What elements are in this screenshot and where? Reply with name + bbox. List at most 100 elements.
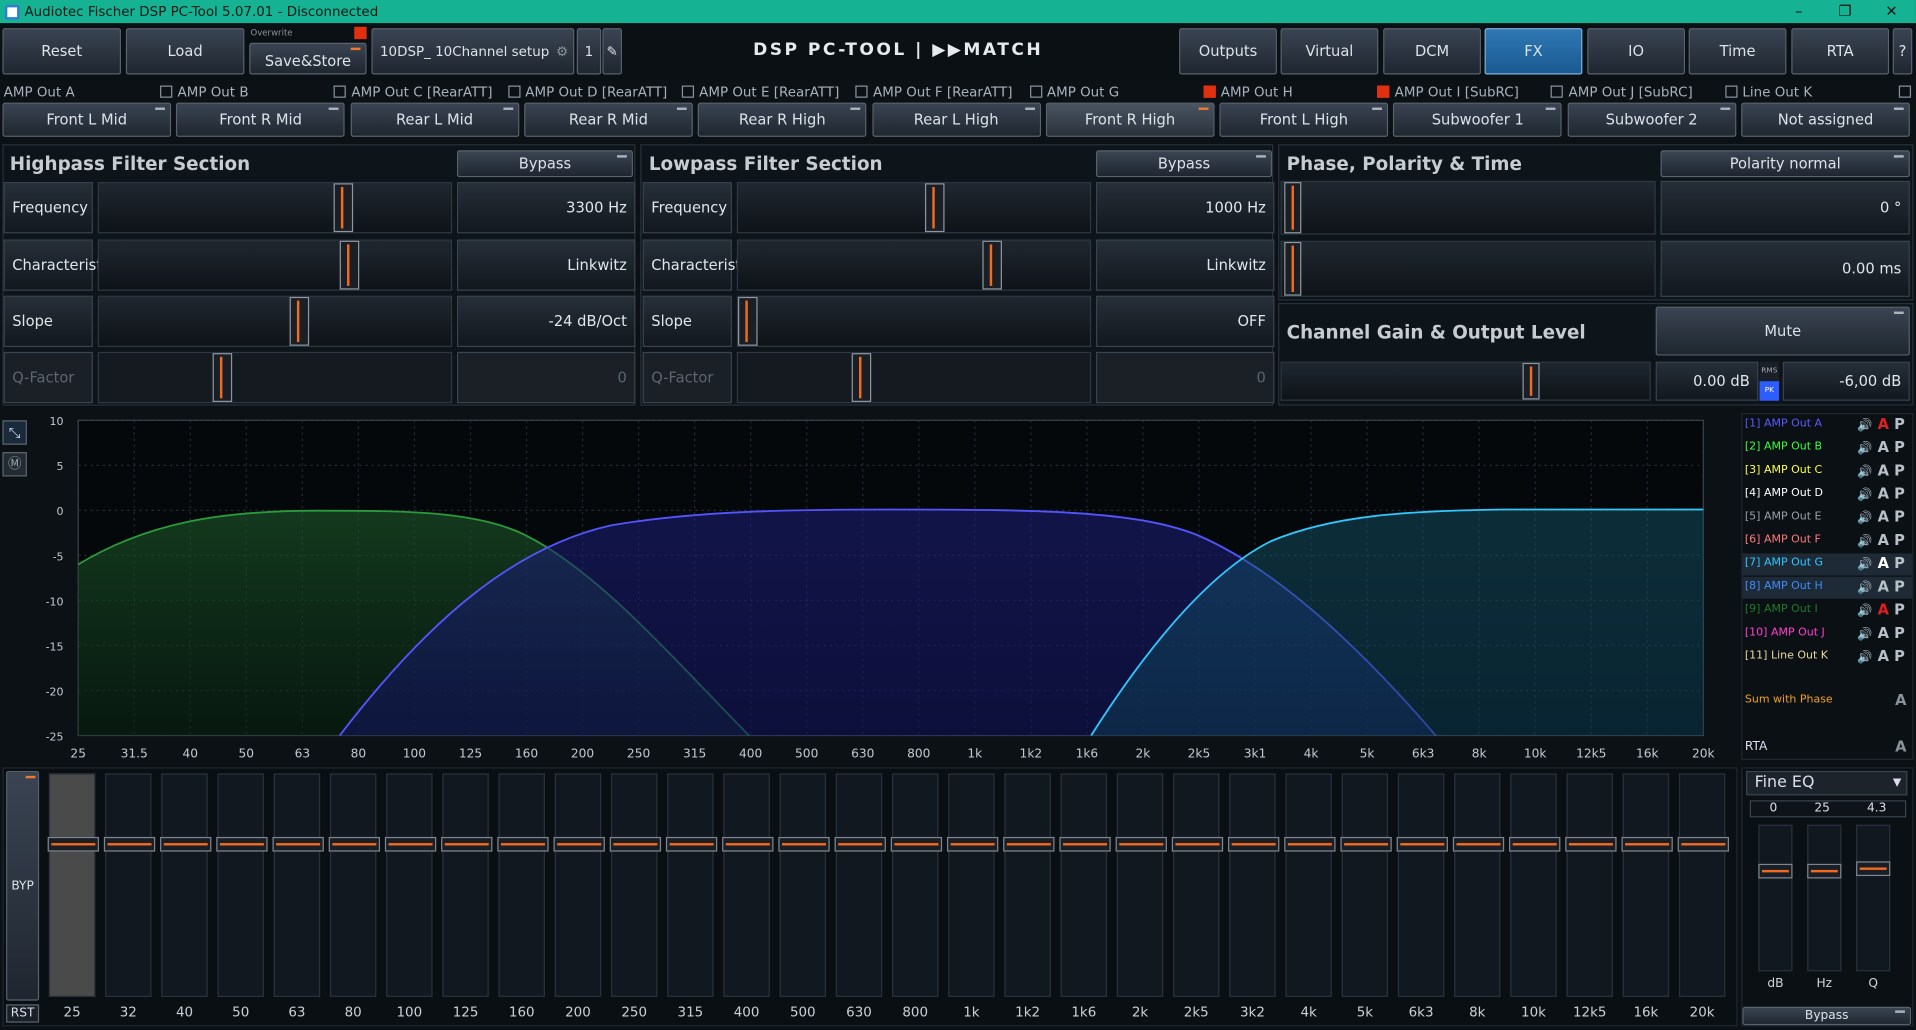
- eq-band-thumb[interactable]: [834, 836, 886, 852]
- eq-band-slider[interactable]: [1059, 773, 1111, 997]
- legend-item[interactable]: [6] AMP Out F: [1745, 530, 1821, 550]
- eq-band-thumb[interactable]: [1621, 836, 1673, 852]
- slider-thumb[interactable]: [212, 353, 233, 402]
- highpass-frequency-slider[interactable]: [97, 182, 453, 234]
- load-button[interactable]: Load: [125, 28, 245, 75]
- slider-thumb[interactable]: [333, 183, 354, 233]
- eq-band-slider[interactable]: [1171, 773, 1224, 997]
- speaker-icon[interactable]: 🔊: [1857, 535, 1872, 548]
- gain-slider-thumb[interactable]: [1522, 362, 1540, 400]
- eq-band-thumb[interactable]: [1284, 836, 1336, 852]
- channel-link-checkbox[interactable]: [507, 85, 521, 98]
- eq-band-slider[interactable]: [778, 773, 830, 997]
- auto-icon[interactable]: A: [1878, 624, 1889, 641]
- eq-reset-button[interactable]: RST: [6, 1004, 40, 1023]
- eq-band-slider[interactable]: [216, 773, 268, 997]
- eq-band-slider[interactable]: [1452, 773, 1505, 997]
- gain-value[interactable]: 0.00 dB: [1655, 361, 1759, 401]
- channel-button[interactable]: Subwoofer 1: [1393, 102, 1563, 137]
- legend-item[interactable]: [2] AMP Out B: [1745, 437, 1822, 457]
- eq-band-slider[interactable]: [1565, 773, 1617, 997]
- tab-fx[interactable]: FX: [1484, 28, 1583, 75]
- channel-link-checkbox[interactable]: [681, 85, 694, 98]
- eq-band-thumb[interactable]: [609, 836, 662, 852]
- time-slider-thumb[interactable]: [1284, 241, 1302, 296]
- eq-band-thumb[interactable]: [1396, 836, 1448, 852]
- fine-eq-values[interactable]: 0 25 4.3: [1749, 800, 1907, 818]
- eq-band-slider[interactable]: [1340, 773, 1392, 997]
- auto-icon[interactable]: A: [1878, 439, 1889, 456]
- eq-band-thumb[interactable]: [103, 836, 156, 852]
- gain-slider[interactable]: [1280, 361, 1651, 401]
- lowpass-frequency-slider[interactable]: [736, 182, 1092, 234]
- speaker-icon[interactable]: 🔊: [1857, 628, 1872, 641]
- setup-name-field[interactable]: 10DSP_ 10Channel setup ⚙: [371, 28, 575, 75]
- highpass-characteristic-slider[interactable]: [97, 239, 453, 291]
- phase-icon[interactable]: P: [1894, 462, 1905, 479]
- sum-with-phase-label[interactable]: Sum with Phase: [1745, 694, 1833, 706]
- eq-band-thumb[interactable]: [272, 836, 324, 852]
- eq-band-slider[interactable]: [497, 773, 549, 997]
- eq-band-slider[interactable]: [384, 773, 437, 997]
- eq-band-slider[interactable]: [1621, 773, 1673, 997]
- eq-band-slider[interactable]: [103, 773, 156, 997]
- rta-auto-icon[interactable]: A: [1895, 738, 1906, 755]
- highpass-frequency-value[interactable]: 3300 Hz: [456, 182, 636, 234]
- phase-value[interactable]: 0 °: [1660, 180, 1910, 235]
- channel-link-checkbox[interactable]: [1377, 85, 1390, 98]
- legend-item[interactable]: [5] AMP Out E: [1745, 507, 1822, 527]
- phase-slider[interactable]: [1280, 180, 1656, 235]
- highpass-qfactor-value[interactable]: 0: [456, 351, 636, 404]
- fine-eq-hz-slider[interactable]: [1807, 824, 1842, 972]
- eq-band-thumb[interactable]: [441, 836, 493, 852]
- highpass-characteristic-value[interactable]: Linkwitz: [456, 239, 636, 291]
- eq-band-slider[interactable]: [834, 773, 886, 997]
- legend-item[interactable]: [1] AMP Out A: [1745, 414, 1822, 434]
- slider-thumb[interactable]: [851, 353, 872, 402]
- channel-button[interactable]: Rear R Mid: [524, 102, 693, 137]
- eq-band-slider[interactable]: [328, 773, 381, 997]
- channel-link-checkbox[interactable]: [1551, 85, 1564, 98]
- channel-button[interactable]: Front L Mid: [2, 102, 172, 137]
- speaker-icon[interactable]: 🔊: [1857, 605, 1872, 618]
- rms-toggle[interactable]: RMS: [1759, 361, 1780, 382]
- eq-band-thumb[interactable]: [665, 836, 718, 852]
- eq-band-thumb[interactable]: [497, 836, 549, 852]
- lowpass-bypass-button[interactable]: Bypass: [1096, 150, 1272, 178]
- channel-link-checkbox[interactable]: [1898, 85, 1912, 98]
- reset-button[interactable]: Reset: [2, 28, 121, 75]
- save-store-button[interactable]: Save&Store: [249, 42, 367, 75]
- polarity-button[interactable]: Polarity normal: [1660, 150, 1910, 178]
- fine-eq-dropdown[interactable]: Fine EQ ▼: [1746, 770, 1908, 796]
- phase-icon[interactable]: P: [1894, 531, 1905, 548]
- eq-band-thumb[interactable]: [160, 836, 212, 852]
- eq-band-slider[interactable]: [609, 773, 662, 997]
- preset-number[interactable]: 1: [576, 28, 602, 75]
- overwrite-checkbox[interactable]: [354, 26, 367, 40]
- highpass-slope-slider[interactable]: [97, 295, 453, 347]
- eq-band-thumb[interactable]: [1452, 836, 1505, 852]
- eq-band-thumb[interactable]: [1003, 836, 1055, 852]
- slider-thumb[interactable]: [339, 240, 360, 290]
- auto-icon[interactable]: A: [1878, 462, 1889, 479]
- phase-icon[interactable]: P: [1894, 624, 1905, 641]
- tab-time[interactable]: Time: [1688, 28, 1787, 75]
- frequency-response-graph[interactable]: 1050-5-10-15-20-25 25 31.5 40 50 63 80 100 125 1…: [37, 413, 1740, 767]
- eq-band-thumb[interactable]: [1565, 836, 1617, 852]
- slider-thumb[interactable]: [982, 240, 1002, 290]
- eq-band-thumb[interactable]: [1171, 836, 1224, 852]
- channel-link-checkbox[interactable]: [1724, 85, 1738, 98]
- close-button[interactable]: ✕: [1867, 0, 1916, 23]
- rta-label[interactable]: RTA: [1745, 740, 1767, 753]
- legend-item[interactable]: [4] AMP Out D: [1745, 484, 1823, 504]
- eq-band-slider[interactable]: [553, 773, 605, 997]
- channel-button[interactable]: Rear R High: [697, 102, 867, 137]
- tab-help[interactable]: ?: [1892, 28, 1913, 75]
- eq-band-slider[interactable]: [441, 773, 493, 997]
- mute-button[interactable]: Mute: [1655, 306, 1910, 356]
- fine-eq-q-slider[interactable]: [1856, 824, 1891, 972]
- slider-thumb[interactable]: [738, 296, 758, 346]
- phase-icon[interactable]: P: [1894, 439, 1905, 456]
- auto-icon[interactable]: A: [1878, 531, 1889, 548]
- phase-icon[interactable]: P: [1894, 508, 1905, 525]
